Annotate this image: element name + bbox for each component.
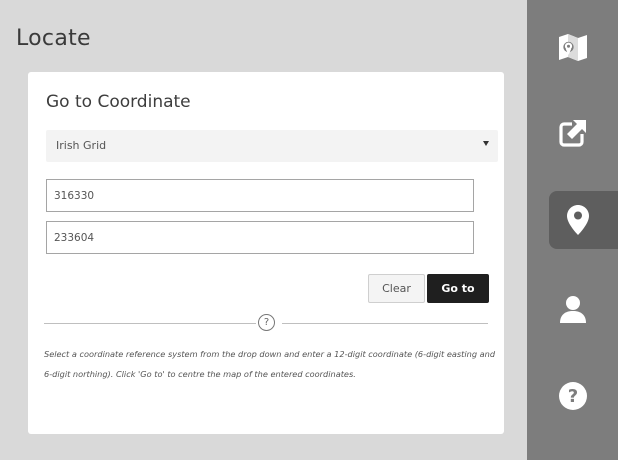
- rail-item-map[interactable]: [544, 18, 602, 76]
- rail-item-share[interactable]: [544, 104, 602, 162]
- divider: [44, 323, 256, 324]
- location-pin-icon: [567, 205, 589, 235]
- northing-input[interactable]: [46, 221, 474, 254]
- chevron-down-icon: [483, 141, 489, 146]
- side-toolbar: ?: [527, 0, 618, 460]
- divider: [282, 323, 488, 324]
- rail-item-locate[interactable]: [549, 191, 618, 249]
- go-to-button[interactable]: Go to: [427, 274, 489, 303]
- locate-panel: Locate Go to Coordinate Irish Grid Clear…: [0, 0, 527, 460]
- rail-item-help[interactable]: ?: [544, 367, 602, 425]
- help-text: Select a coordinate reference system fro…: [44, 349, 496, 379]
- share-icon: [559, 120, 586, 147]
- user-icon: [560, 296, 586, 323]
- map-icon: [559, 34, 587, 61]
- coordinate-system-value: Irish Grid: [56, 139, 107, 152]
- coordinate-system-select[interactable]: Irish Grid: [46, 130, 498, 162]
- help-icon: ?: [559, 382, 587, 410]
- card-title: Go to Coordinate: [46, 92, 191, 112]
- rail-item-user[interactable]: [544, 280, 602, 338]
- svg-text:?: ?: [568, 386, 578, 407]
- easting-input[interactable]: [46, 179, 474, 212]
- help-circle-icon[interactable]: ?: [258, 314, 275, 331]
- clear-button[interactable]: Clear: [368, 274, 425, 303]
- go-to-coordinate-card: Go to Coordinate Irish Grid Clear Go to …: [28, 72, 504, 434]
- panel-title: Locate: [16, 26, 91, 51]
